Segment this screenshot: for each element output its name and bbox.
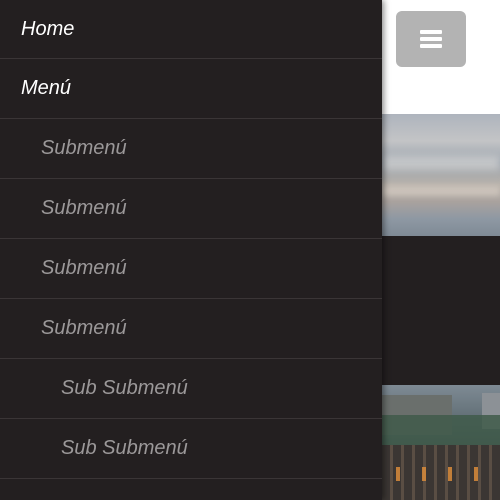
- menu-item-submenu[interactable]: Submenú: [0, 239, 382, 299]
- menu-item-label: Home: [21, 17, 75, 40]
- hero-image: [382, 114, 500, 236]
- menu-item-home[interactable]: Home: [0, 0, 382, 59]
- menu-item-submenu[interactable]: Submenú: [0, 179, 382, 239]
- menu-item-label: Sub Submenú: [61, 437, 188, 459]
- menu-item-label: Submenú: [41, 257, 127, 279]
- page-header: [382, 0, 500, 114]
- city-image: [382, 385, 500, 500]
- intro-section: [382, 236, 500, 385]
- menu-item-sub-submenu[interactable]: Sub Submenú: [0, 359, 382, 419]
- menu-item-label: Submenú: [41, 197, 127, 219]
- side-menu: Home Menú Submenú Submenú Submenú Submen…: [0, 0, 382, 500]
- app-viewport: Home Menú Submenú Submenú Submenú Submen…: [0, 0, 500, 500]
- menu-item-menu[interactable]: Menú: [0, 59, 382, 119]
- menu-toggle-button[interactable]: [396, 11, 466, 67]
- menu-item-submenu[interactable]: Submenú: [0, 119, 382, 179]
- menu-item-sub-submenu[interactable]: Sub Submenú: [0, 419, 382, 479]
- menu-item-label: Menú: [21, 77, 72, 99]
- page-content: [382, 0, 500, 500]
- menu-item-label: Submenú: [41, 137, 127, 159]
- menu-item-label: Sub Submenú: [61, 377, 188, 399]
- menu-item-label: Submenú: [41, 317, 127, 339]
- menu-item-submenu[interactable]: Submenú: [0, 299, 382, 359]
- hamburger-icon: [420, 30, 442, 48]
